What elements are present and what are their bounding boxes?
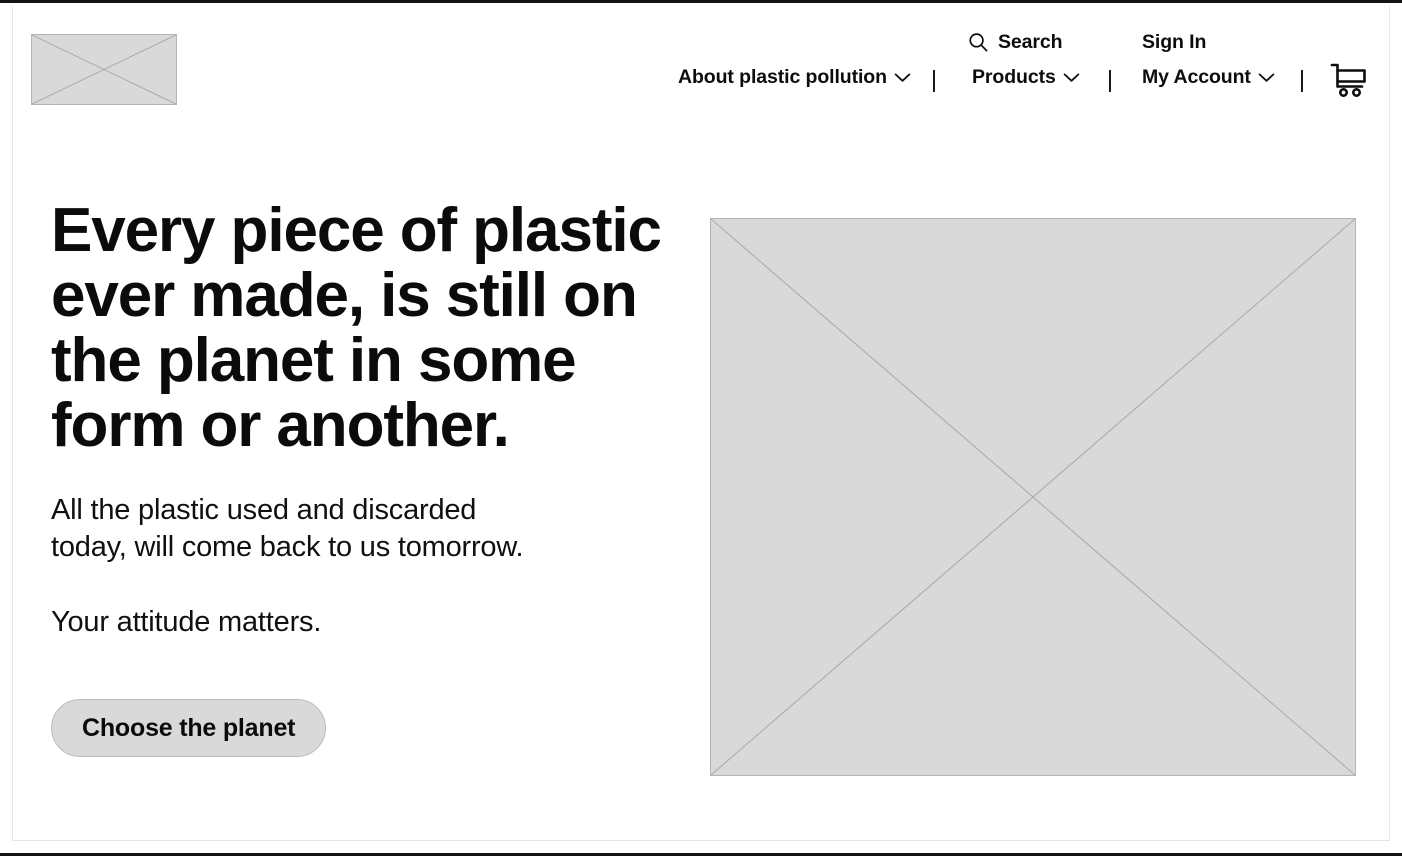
placeholder-cross-icon [711,219,1355,775]
placeholder-cross-icon [32,35,176,104]
shopping-cart-button[interactable] [1325,56,1371,102]
hero-paragraph-1: All the plastic used and discarded today… [51,494,524,563]
nav-separator [1301,70,1303,92]
nav-item-about-label: About plastic pollution [678,66,887,88]
hero-image-placeholder[interactable] [710,218,1356,776]
nav-item-search[interactable]: Search [968,31,1063,54]
nav-item-my-account[interactable]: My Account [1142,66,1275,89]
hero-paragraph-2: Your attitude matters. [51,606,322,638]
nav-row-bottom: About plastic pollution Products My Acco… [660,63,1402,100]
choose-the-planet-button[interactable]: Choose the planet [51,699,327,757]
nav-item-my-account-label: My Account [1142,66,1251,88]
search-icon [968,32,989,53]
nav-item-products[interactable]: Products [972,66,1080,89]
hero-section: Every piece of plastic ever made, is sti… [0,123,1402,841]
nav-item-sign-in-label: Sign In [1142,31,1207,53]
shopping-cart-icon [1325,56,1371,102]
nav-item-search-label: Search [998,31,1063,53]
nav-item-about-plastic-pollution[interactable]: About plastic pollution [678,66,911,89]
main-navigation: Search Sign In About plastic pollution P… [660,3,1402,123]
nav-item-sign-in[interactable]: Sign In [1142,31,1206,54]
page-title: Every piece of plastic ever made, is sti… [51,196,662,460]
page-root: Search Sign In About plastic pollution P… [0,0,1402,856]
nav-item-products-label: Products [972,66,1056,88]
nav-row-top: Search Sign In [660,31,1402,61]
chevron-down-icon [1258,72,1275,83]
site-header: Search Sign In About plastic pollution P… [0,3,1402,123]
hero-copy-column: Every piece of plastic ever made, is sti… [51,198,671,757]
chevron-down-icon [894,72,911,83]
chevron-down-icon [1063,72,1080,83]
nav-separator [1109,70,1111,92]
nav-separator [933,70,935,92]
logo-image-placeholder[interactable] [31,34,177,105]
